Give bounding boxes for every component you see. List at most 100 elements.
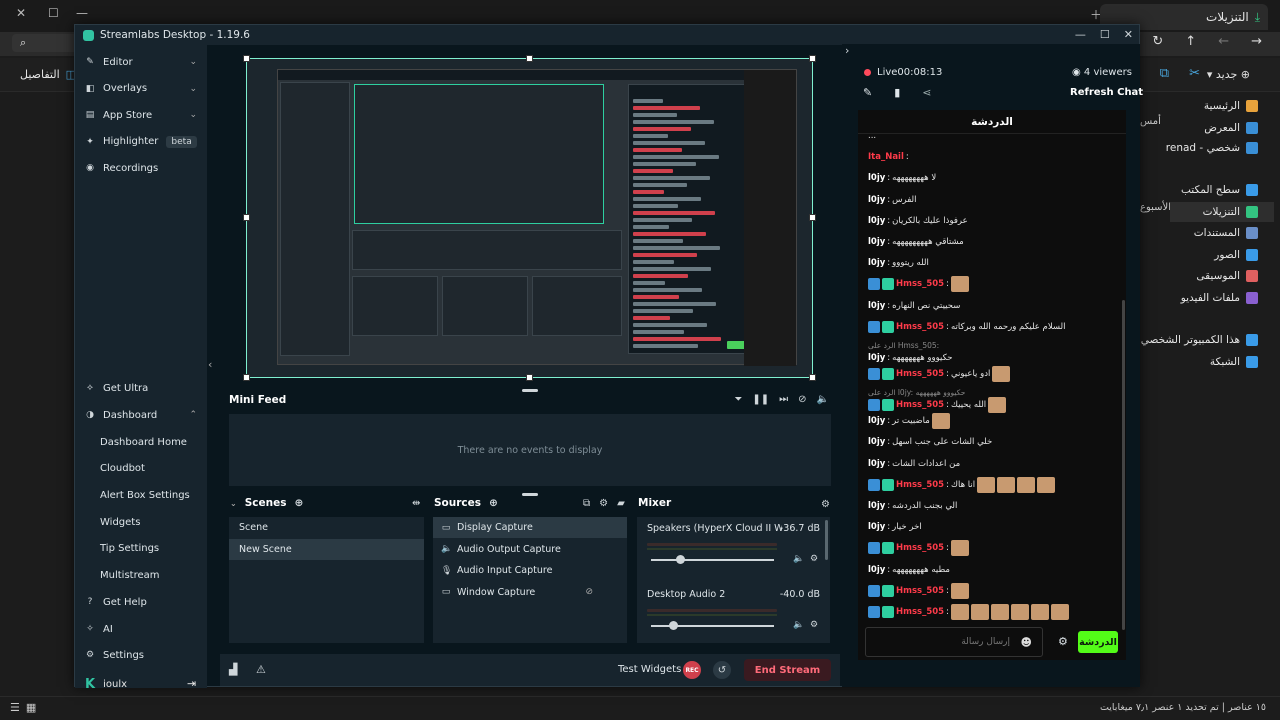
sidebar-item[interactable]: renad - شخصي (1166, 138, 1258, 158)
close-icon[interactable]: ✕ (16, 6, 26, 20)
source-item[interactable]: 🔈 Audio Output Capture (433, 539, 627, 560)
chat-username[interactable]: l0jy (868, 173, 885, 183)
performance-stats-icon[interactable]: ▟ (229, 663, 237, 676)
sidebar-item[interactable]: التنزيلات (1170, 202, 1274, 222)
volume-slider-knob[interactable] (675, 555, 685, 564)
nav-item-get-ultra[interactable]: ⟡ Get Ultra (85, 377, 199, 399)
details-button[interactable]: التفاصيل ◫ (20, 68, 76, 81)
maximize-icon[interactable]: ☐ (1100, 28, 1110, 41)
replay-buffer-button[interactable]: ↺ (713, 661, 731, 679)
resize-handle[interactable] (809, 374, 816, 381)
chat-username[interactable]: Hmss_505 (896, 369, 944, 379)
chat-username[interactable]: l0jy (868, 522, 885, 532)
stream-preview[interactable] (243, 55, 816, 381)
dashboard-subitem[interactable]: Alert Box Settings (100, 485, 190, 505)
volume-icon[interactable]: 🔈 (793, 620, 804, 630)
add-scene-icon[interactable]: ⊕ (294, 497, 303, 509)
chat-username[interactable]: l0jy (868, 301, 885, 311)
minimize-icon[interactable]: — (76, 6, 88, 20)
chat-username[interactable]: l0jy (868, 416, 885, 426)
volume-icon[interactable]: 🔈 (793, 554, 804, 564)
end-stream-button[interactable]: End Stream (744, 659, 831, 681)
skip-icon[interactable]: ⏭ (779, 394, 788, 405)
channel-settings-icon[interactable]: ⚙ (810, 554, 818, 564)
nav-item-settings[interactable]: ⚙ Settings (85, 644, 199, 666)
copy-icon[interactable]: ⧉ (1160, 66, 1169, 81)
list-view-icon[interactable]: ☰ (10, 701, 20, 714)
volume-slider[interactable] (651, 559, 774, 561)
nav-item-highlighter[interactable]: ✦ Highlighter beta (85, 131, 199, 153)
chat-username[interactable]: Hmss_505 (896, 586, 944, 596)
nav-item-ai[interactable]: ✧ AI (85, 618, 199, 640)
scene-item[interactable]: New Scene (229, 538, 424, 560)
record-button[interactable]: REC (683, 661, 701, 679)
nav-item-get-help[interactable]: ? Get Help (85, 591, 199, 613)
collapse-sidebar-chevron-icon[interactable]: ‹ (208, 358, 212, 371)
volume-icon[interactable]: 🔈 (817, 394, 829, 405)
scenes-chevron-icon[interactable]: ⌄ (230, 499, 237, 508)
add-source-icon[interactable]: ⊕ (489, 497, 498, 509)
sidebar-item[interactable]: ملفات الفيديو (1181, 288, 1258, 308)
dashboard-subitem[interactable]: Dashboard Home (100, 432, 187, 452)
channel-settings-icon[interactable]: ⚙ (810, 620, 818, 630)
share-icon[interactable]: ⋖ (922, 86, 931, 99)
emoji-icon[interactable]: ☻ (1021, 636, 1032, 649)
collapse-chat-chevron-icon[interactable]: › (845, 44, 849, 57)
chat-username[interactable]: l0jy (868, 459, 885, 469)
edit-stream-info-icon[interactable]: ✎ (863, 86, 872, 99)
mixer-scrollbar[interactable] (825, 520, 828, 560)
chat-username[interactable]: Hmss_505 (896, 322, 944, 332)
sidebar-item[interactable]: الشبكة (1210, 352, 1258, 372)
refresh-icon[interactable]: ↻ (1152, 34, 1163, 49)
nav-item-app-store[interactable]: ▤ App Store ⌄ (85, 104, 199, 126)
nav-item-editor[interactable]: ✎ Editor ⌄ (85, 51, 199, 73)
scene-item[interactable]: Scene (229, 517, 424, 538)
chat-username[interactable]: Hmss_505 (896, 607, 944, 617)
chat-input[interactable]: إرسال رسالة ☻ (865, 627, 1043, 657)
nav-item-dashboard[interactable]: ◑ Dashboard ⌃ (85, 404, 199, 426)
dashboard-subitem[interactable]: Tip Settings (100, 539, 159, 559)
chat-username[interactable]: l0jy (868, 501, 885, 511)
tiles-view-icon[interactable]: ▦ (26, 701, 36, 714)
chat-username[interactable]: Ita_Nail (868, 152, 904, 162)
sidebar-item[interactable]: الصور (1214, 245, 1258, 265)
nav-item-overlays[interactable]: ◧ Overlays ⌄ (85, 78, 199, 100)
chat-username[interactable]: l0jy (868, 565, 885, 575)
sidebar-item[interactable]: المعرض (1204, 118, 1258, 138)
chat-scrollbar[interactable] (1122, 300, 1125, 630)
mute-alerts-icon[interactable]: ⊘ (798, 394, 806, 405)
dashboard-subitem[interactable]: Widgets (100, 512, 140, 532)
cut-icon[interactable]: ✂ (1189, 66, 1200, 81)
add-folder-icon[interactable]: ▰ (617, 498, 625, 509)
chat-username[interactable]: l0jy (868, 353, 885, 363)
sidebar-item[interactable]: سطح المكتب (1181, 180, 1258, 200)
alert-notification-icon[interactable]: ⚠ (256, 663, 266, 676)
source-item[interactable]: ▭ Display Capture (433, 517, 627, 538)
sidebar-item[interactable]: الرئيسية (1204, 96, 1258, 116)
new-button[interactable]: ▾ جديد ⊕ (1207, 68, 1250, 81)
chat-username[interactable]: l0jy (868, 195, 885, 205)
nav-item-recordings[interactable]: ◉ Recordings (85, 157, 199, 179)
resize-handle[interactable] (526, 55, 533, 62)
dashboard-subitem[interactable]: Cloudbot (100, 459, 145, 479)
source-item[interactable]: ▭ Window Capture ⊘ (433, 582, 627, 603)
sidebar-item[interactable]: الموسيقى (1196, 266, 1258, 286)
resize-handle[interactable] (243, 214, 250, 221)
user-profile[interactable]: K ioulx (85, 677, 127, 692)
source-settings-icon[interactable]: ⚙ (599, 498, 608, 509)
mixer-settings-icon[interactable]: ⚙ (821, 499, 830, 510)
chat-username[interactable]: l0jy (868, 216, 885, 226)
pause-icon[interactable]: ❚❚ (752, 394, 769, 405)
resize-handle[interactable] (243, 374, 250, 381)
filter-icon[interactable]: ⏷ (734, 394, 742, 405)
source-item[interactable]: 🎙 Audio Input Capture (433, 560, 627, 581)
resize-handle[interactable] (809, 55, 816, 62)
chat-username[interactable]: Hmss_505 (896, 400, 944, 410)
chat-username[interactable]: l0jy (868, 258, 885, 268)
close-icon[interactable]: ✕ (1124, 28, 1133, 41)
logout-icon[interactable]: ⇥ (187, 677, 196, 690)
up-arrow-icon[interactable]: ↑ (1185, 34, 1196, 49)
visibility-hidden-icon[interactable]: ⊘ (585, 587, 593, 597)
resize-handle[interactable] (809, 214, 816, 221)
chat-username[interactable]: Hmss_505 (896, 543, 944, 553)
